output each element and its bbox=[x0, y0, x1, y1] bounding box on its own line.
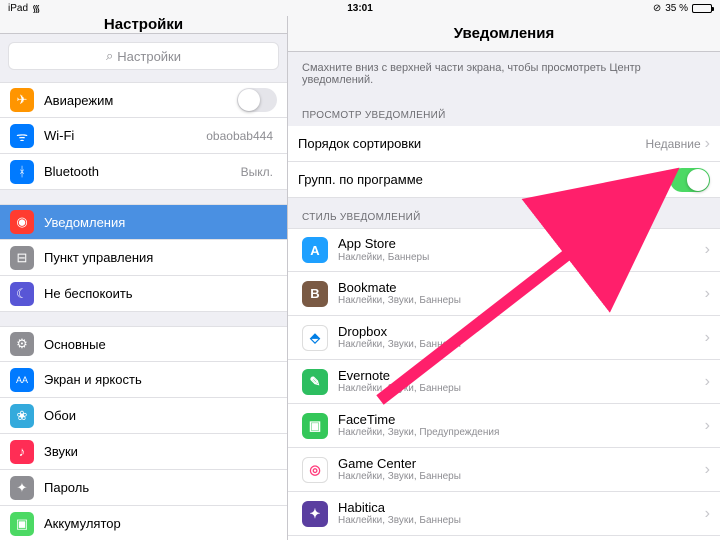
sidebar-item-detail: Выкл. bbox=[241, 165, 273, 179]
app-subtitle: Наклейки, Звуки, Предупреждения bbox=[338, 427, 705, 439]
app-icon: B bbox=[302, 281, 328, 307]
airplane-switch[interactable] bbox=[237, 88, 277, 112]
app-name: FaceTime bbox=[338, 412, 705, 428]
sidebar-item-основные[interactable]: ⚙ Основные bbox=[0, 326, 287, 362]
app-subtitle: Наклейки, Звуки, Баннеры bbox=[338, 383, 705, 395]
sort-label: Порядок сортировки bbox=[298, 136, 646, 151]
chevron-right-icon: › bbox=[705, 135, 710, 153]
app-subtitle: Наклейки, Звуки, Баннеры bbox=[338, 471, 705, 483]
chevron-right-icon: › bbox=[705, 417, 710, 435]
sidebar-icon: AA bbox=[10, 368, 34, 392]
status-bar: iPad ᯾ 13:01 ⊘ 35 % bbox=[0, 0, 720, 16]
sidebar-icon: ☾ bbox=[10, 282, 34, 306]
search-placeholder: Настройки bbox=[117, 49, 181, 64]
sidebar-item-не-беспокоить[interactable]: ☾ Не беспокоить bbox=[0, 276, 287, 312]
app-row-habitica[interactable]: ✦ HabiticaНаклейки, Звуки, Баннеры› bbox=[288, 492, 720, 536]
wifi-icon: ᯾ bbox=[32, 1, 41, 15]
sidebar-item-уведомления[interactable]: ◉ Уведомления bbox=[0, 204, 287, 240]
chevron-right-icon: › bbox=[705, 241, 710, 259]
sort-value: Недавние bbox=[646, 137, 701, 151]
app-icon: ▣ bbox=[302, 413, 328, 439]
sidebar-item-label: Аккумулятор bbox=[44, 516, 277, 531]
sidebar-item-label: Wi-Fi bbox=[44, 128, 206, 143]
section-style-header: СТИЛЬ УВЕДОМЛЕНИЙ bbox=[288, 198, 720, 228]
app-icon: ✎ bbox=[302, 369, 328, 395]
sidebar-item-звуки[interactable]: ♪ Звуки bbox=[0, 434, 287, 470]
app-name: Bookmate bbox=[338, 280, 705, 296]
app-subtitle: Наклейки, Звуки, Баннеры bbox=[338, 295, 705, 307]
detail-title: Уведомления bbox=[288, 16, 720, 52]
sidebar-icon: ✦ bbox=[10, 476, 34, 500]
sidebar-item-detail: obaobab444 bbox=[206, 129, 273, 143]
section-view-header: ПРОСМОТР УВЕДОМЛЕНИЙ bbox=[288, 96, 720, 126]
sidebar-item-wi-fi[interactable]: ᯤ Wi-Fiobaobab444 bbox=[0, 118, 287, 154]
sidebar-item-аккумулятор[interactable]: ▣ Аккумулятор bbox=[0, 506, 287, 540]
battery-icon bbox=[692, 4, 712, 13]
app-icon: ✦ bbox=[302, 501, 328, 527]
chevron-right-icon: › bbox=[705, 285, 710, 303]
detail-pane: Уведомления Смахните вниз с верхней част… bbox=[288, 16, 720, 540]
sidebar-icon: ▣ bbox=[10, 512, 34, 536]
app-row-minecraft[interactable]: ▦MinecraftНаклейки, Звуки, Баннеры› bbox=[288, 536, 720, 540]
sidebar-title: Настройки bbox=[0, 16, 287, 34]
app-row-game-center[interactable]: ◎ Game CenterНаклейки, Звуки, Баннеры› bbox=[288, 448, 720, 492]
rotation-lock-icon: ⊘ bbox=[653, 3, 661, 14]
app-row-bookmate[interactable]: B BookmateНаклейки, Звуки, Баннеры› bbox=[288, 272, 720, 316]
sidebar-item-label: Авиарежим bbox=[44, 93, 237, 108]
sidebar-item-label: Основные bbox=[44, 337, 277, 352]
device-label: iPad bbox=[8, 3, 28, 14]
group-by-app-row[interactable]: Групп. по программе bbox=[288, 162, 720, 198]
sidebar-item-label: Звуки bbox=[44, 444, 277, 459]
sidebar-icon: ❀ bbox=[10, 404, 34, 428]
app-icon: ◎ bbox=[302, 457, 328, 483]
sidebar-icon: ✈︎ bbox=[10, 88, 34, 112]
group-by-app-switch[interactable] bbox=[670, 168, 710, 192]
sidebar-item-авиарежим[interactable]: ✈︎ Авиарежим bbox=[0, 82, 287, 118]
sidebar-icon: ◉ bbox=[10, 210, 34, 234]
search-icon: ⌕ bbox=[106, 48, 113, 64]
sidebar-icon: ⊟ bbox=[10, 246, 34, 270]
app-name: App Store bbox=[338, 236, 705, 252]
app-subtitle: Наклейки, Баннеры bbox=[338, 252, 705, 264]
group-label: Групп. по программе bbox=[298, 172, 670, 187]
app-row-app-store[interactable]: A App StoreНаклейки, Баннеры› bbox=[288, 228, 720, 272]
sidebar-item-label: Bluetooth bbox=[44, 164, 241, 179]
sidebar-item-пункт-управления[interactable]: ⊟ Пункт управления bbox=[0, 240, 287, 276]
sidebar-item-label: Обои bbox=[44, 408, 277, 423]
app-row-facetime[interactable]: ▣ FaceTimeНаклейки, Звуки, Предупреждения… bbox=[288, 404, 720, 448]
app-name: Evernote bbox=[338, 368, 705, 384]
sidebar-item-label: Пароль bbox=[44, 480, 277, 495]
app-icon: ⬘ bbox=[302, 325, 328, 351]
sort-order-row[interactable]: Порядок сортировки Недавние › bbox=[288, 126, 720, 162]
sidebar-item-label: Уведомления bbox=[44, 215, 277, 230]
settings-sidebar: Настройки ⌕ Настройки ✈︎ Авиарежим ᯤ Wi-Fio… bbox=[0, 16, 288, 540]
sidebar-icon: ᯤ bbox=[10, 124, 34, 148]
sidebar-icon: ⚙ bbox=[10, 332, 34, 356]
sidebar-item-пароль[interactable]: ✦ Пароль bbox=[0, 470, 287, 506]
chevron-right-icon: › bbox=[705, 329, 710, 347]
chevron-right-icon: › bbox=[705, 461, 710, 479]
app-name: Habitica bbox=[338, 500, 705, 516]
sidebar-item-label: Экран и яркость bbox=[44, 372, 277, 387]
chevron-right-icon: › bbox=[705, 505, 710, 523]
search-input[interactable]: ⌕ Настройки bbox=[8, 42, 279, 70]
sidebar-item-bluetooth[interactable]: ᚼ BluetoothВыкл. bbox=[0, 154, 287, 190]
status-time: 13:01 bbox=[347, 3, 373, 14]
chevron-right-icon: › bbox=[705, 373, 710, 391]
sidebar-item-label: Не беспокоить bbox=[44, 286, 277, 301]
sidebar-icon: ᚼ bbox=[10, 160, 34, 184]
app-icon: A bbox=[302, 237, 328, 263]
app-name: Dropbox bbox=[338, 324, 705, 340]
app-name: Game Center bbox=[338, 456, 705, 472]
sidebar-item-label: Пункт управления bbox=[44, 250, 277, 265]
sidebar-item-экран-и-яркость[interactable]: AA Экран и яркость bbox=[0, 362, 287, 398]
app-row-dropbox[interactable]: ⬘ DropboxНаклейки, Звуки, Баннеры› bbox=[288, 316, 720, 360]
app-subtitle: Наклейки, Звуки, Баннеры bbox=[338, 515, 705, 527]
sidebar-icon: ♪ bbox=[10, 440, 34, 464]
battery-pct: 35 % bbox=[665, 3, 688, 14]
sidebar-item-обои[interactable]: ❀ Обои bbox=[0, 398, 287, 434]
hint-text: Смахните вниз с верхней части экрана, чт… bbox=[288, 52, 720, 96]
app-row-evernote[interactable]: ✎ EvernoteНаклейки, Звуки, Баннеры› bbox=[288, 360, 720, 404]
app-subtitle: Наклейки, Звуки, Баннеры bbox=[338, 339, 705, 351]
